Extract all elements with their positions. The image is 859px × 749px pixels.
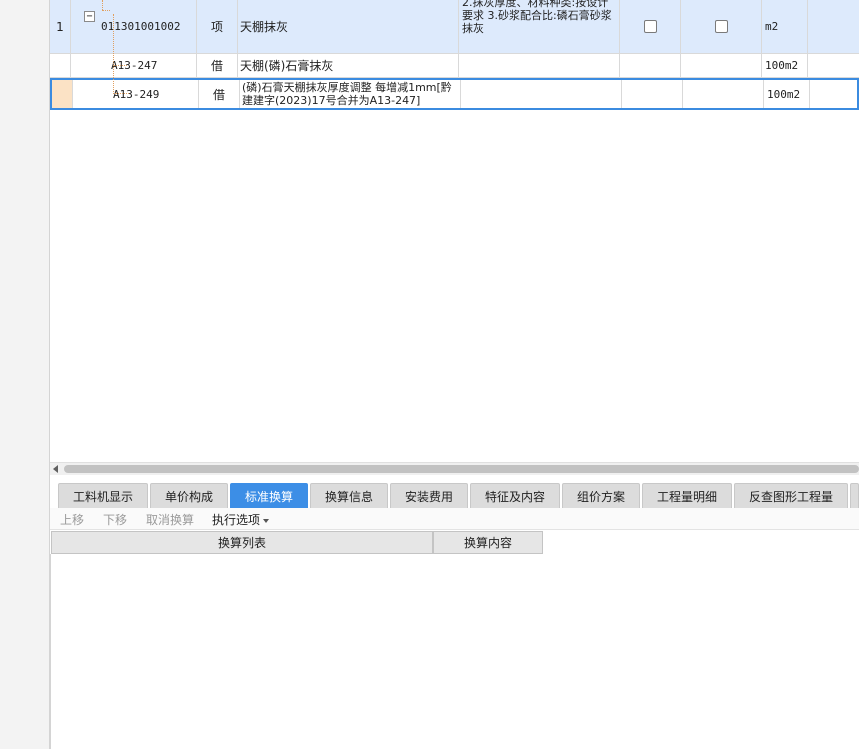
scrollbar-thumb[interactable] xyxy=(64,465,859,473)
tree-line xyxy=(115,93,129,94)
conversion-list-header: 换算列表 xyxy=(51,531,433,554)
chevron-down-icon xyxy=(263,518,270,523)
table-row-selected[interactable]: A13-249 借 (磷)石膏天棚抹灰厚度调整 每增减1mm[黔建建字(2023… xyxy=(50,78,859,110)
tree-line xyxy=(113,65,127,66)
horizontal-scrollbar[interactable] xyxy=(50,462,859,475)
checkbox-cell xyxy=(681,0,762,53)
collapse-icon[interactable]: − xyxy=(84,11,95,22)
extra-cell xyxy=(808,0,859,53)
tab-pricing-plan[interactable]: 组价方案 xyxy=(562,483,640,508)
item-features xyxy=(461,80,622,108)
checkbox-cell xyxy=(620,0,681,53)
tab-standard-conversion[interactable]: 标准换算 xyxy=(230,483,308,508)
item-name-text: (磷)石膏天棚抹灰厚度调整 每增减1mm[黔建建字(2023)17号合并为A13… xyxy=(242,81,452,107)
tab-features-content[interactable]: 特征及内容 xyxy=(470,483,560,508)
execute-options-label: 执行选项 xyxy=(212,513,261,527)
row-index: 1 xyxy=(50,0,71,53)
empty-cell xyxy=(620,54,681,77)
tab-unit-price[interactable]: 单价构成 xyxy=(150,483,228,508)
checkbox[interactable] xyxy=(643,20,657,33)
conversion-content-header: 换算内容 xyxy=(433,531,543,554)
tab-graphic-quantity[interactable]: 反查图形工程量 xyxy=(734,483,848,508)
item-code-text: A13-249 xyxy=(113,87,160,101)
item-features-text: 2.抹灰厚度、材料种类:按设计要求 3.砂浆配合比:磷石膏砂浆抹灰 xyxy=(462,0,612,35)
item-unit: m2 xyxy=(762,0,808,53)
tab-labor-material-machine[interactable]: 工料机显示 xyxy=(58,483,148,508)
tree-line xyxy=(113,14,114,94)
extra-cell xyxy=(808,54,859,77)
conversion-toolbar: 上移 下移 取消换算 执行选项 xyxy=(50,508,859,530)
table-row[interactable]: 1 − 011301001002 项 天棚抹灰 2.抹灰厚度、材料种类:按设计要… xyxy=(50,0,859,54)
item-grid: 1 − 011301001002 项 天棚抹灰 2.抹灰厚度、材料种类:按设计要… xyxy=(50,0,859,462)
table-row[interactable]: A13-247 借 天棚(磷)石膏抹灰 100m2 xyxy=(50,54,859,78)
left-gutter xyxy=(0,0,50,749)
tree-line xyxy=(102,10,110,11)
item-features xyxy=(459,54,620,77)
tab-conversion-info[interactable]: 换算信息 xyxy=(310,483,388,508)
item-name: 天棚(磷)石膏抹灰 xyxy=(238,54,459,77)
row-index xyxy=(52,80,73,108)
item-unit: 100m2 xyxy=(762,54,808,77)
item-features: 2.抹灰厚度、材料种类:按设计要求 3.砂浆配合比:磷石膏砂浆抹灰 xyxy=(459,0,620,53)
tab-overflow[interactable] xyxy=(850,483,859,508)
conversion-list-body xyxy=(50,554,859,749)
tree-line xyxy=(102,0,103,10)
item-code: A13-249 xyxy=(73,80,199,108)
scroll-left-icon[interactable] xyxy=(53,465,58,473)
item-type: 借 xyxy=(199,80,240,108)
item-unit: 100m2 xyxy=(764,80,810,108)
item-type: 项 xyxy=(197,0,238,53)
move-down-button[interactable]: 下移 xyxy=(103,511,127,528)
item-code: − 011301001002 xyxy=(71,0,197,53)
tab-quantity-detail[interactable]: 工程量明细 xyxy=(642,483,732,508)
execute-options-dropdown[interactable]: 执行选项 xyxy=(212,511,270,528)
item-type: 借 xyxy=(197,54,238,77)
empty-cell xyxy=(622,80,683,108)
empty-cell xyxy=(681,54,762,77)
extra-cell xyxy=(810,80,859,108)
item-code: A13-247 xyxy=(71,54,197,77)
row-index xyxy=(50,54,71,77)
tab-bar: 工料机显示 单价构成 标准换算 换算信息 安装费用 特征及内容 组价方案 工程量… xyxy=(50,480,859,508)
cancel-conversion-button[interactable]: 取消换算 xyxy=(146,511,194,528)
item-name: (磷)石膏天棚抹灰厚度调整 每增减1mm[黔建建字(2023)17号合并为A13… xyxy=(240,80,461,108)
checkbox[interactable] xyxy=(714,20,728,33)
item-name: 天棚抹灰 xyxy=(238,0,459,53)
empty-cell xyxy=(683,80,764,108)
move-up-button[interactable]: 上移 xyxy=(60,511,84,528)
tab-install-fees[interactable]: 安装费用 xyxy=(390,483,468,508)
